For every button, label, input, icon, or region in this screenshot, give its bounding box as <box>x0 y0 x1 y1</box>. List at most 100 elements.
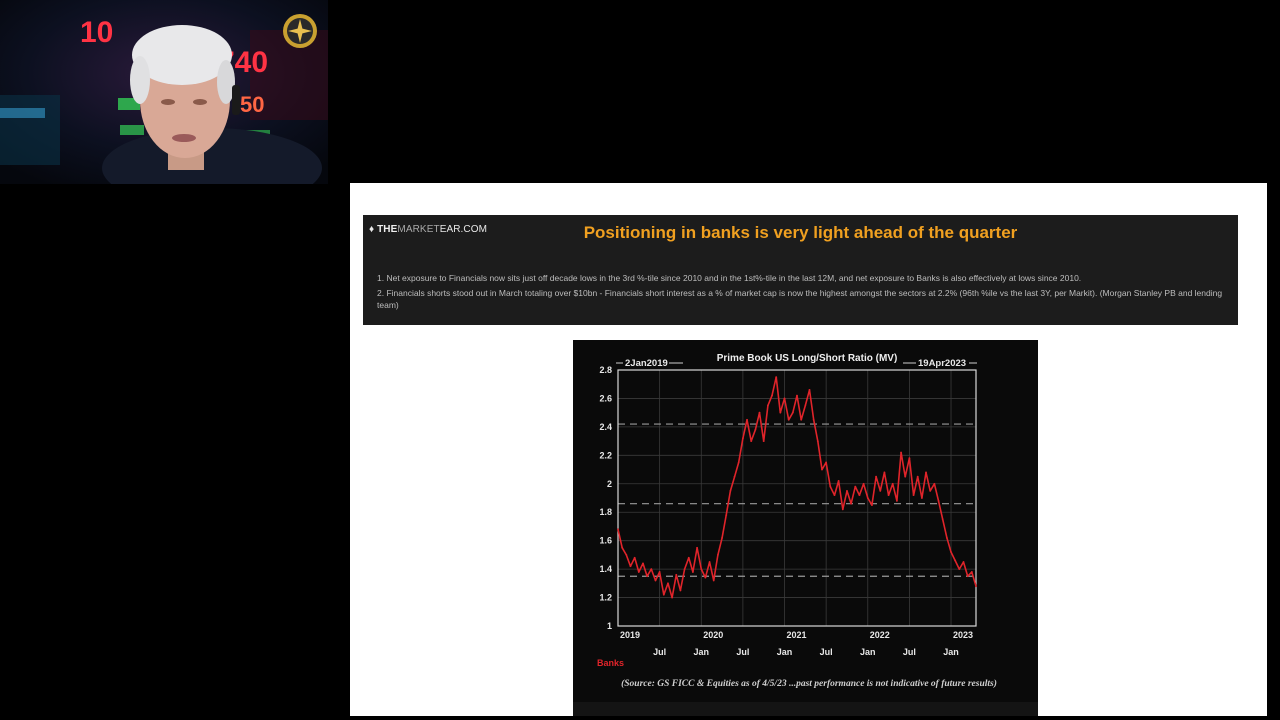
data-point <box>712 579 715 582</box>
data-point <box>850 502 853 505</box>
chart-panel: 1 1.2 1.4 1.6 1.8 2 2.2 2.4 2.6 2.8 2019 Jul 2020 Ja… <box>573 340 1038 716</box>
data-point <box>642 562 644 565</box>
data-point <box>708 561 711 563</box>
data-point <box>841 508 844 511</box>
data-point <box>800 418 803 421</box>
data-point <box>875 475 877 478</box>
data-point <box>725 514 728 516</box>
data-point <box>862 482 865 485</box>
x-tick-label: Jan <box>943 647 959 657</box>
data-point <box>779 411 782 414</box>
data-point <box>783 397 786 400</box>
data-point <box>662 593 665 596</box>
data-point <box>866 497 869 499</box>
y-tick-label: 1 <box>607 621 612 631</box>
chart-start-label: 2Jan2019 <box>625 358 668 369</box>
data-point <box>754 428 757 431</box>
y-tick-label: 1.8 <box>599 507 612 517</box>
data-point <box>904 475 907 478</box>
presentation-slide: ♦ THEMARKETEAR.COM Positioning in banks … <box>350 183 1267 716</box>
data-point <box>883 471 886 474</box>
slide-title: Positioning in banks is very light ahead… <box>583 223 1018 242</box>
data-point <box>879 489 882 492</box>
data-point <box>683 568 686 571</box>
y-tick-label: 1.6 <box>599 536 612 546</box>
data-point <box>721 536 723 539</box>
data-point <box>621 546 624 549</box>
data-point <box>933 482 936 485</box>
data-point <box>758 411 761 414</box>
x-tick-label: Jan <box>860 647 876 657</box>
data-point <box>704 576 707 579</box>
data-point <box>762 440 765 443</box>
data-point <box>771 394 773 397</box>
data-point <box>871 504 873 507</box>
data-point <box>804 404 807 407</box>
x-tick-label: 2021 <box>787 630 807 640</box>
series-line-0 <box>617 376 977 599</box>
slide-note-1: 1. Net exposure to Financials now sits j… <box>377 273 1082 283</box>
legend-series-name: Banks <box>597 658 624 668</box>
data-point <box>667 582 669 585</box>
data-point <box>700 568 703 571</box>
x-tick-label: Jan <box>777 647 793 657</box>
data-point <box>837 480 840 482</box>
data-point <box>900 451 902 454</box>
data-point <box>825 461 828 464</box>
data-point <box>854 485 857 488</box>
data-point <box>679 589 682 592</box>
x-tick-label: Jul <box>903 647 916 657</box>
x-tick-label: Jul <box>736 647 749 657</box>
chart-end-label: 19Apr2023 <box>918 358 966 369</box>
x-tick-label: 2020 <box>703 630 723 640</box>
chart-title: Prime Book US Long/Short Ratio (MV) <box>717 353 898 364</box>
data-point <box>975 585 977 588</box>
y-tick-label: 2.8 <box>599 365 612 375</box>
data-point <box>821 468 823 471</box>
data-point <box>829 485 832 488</box>
data-point <box>816 440 819 443</box>
data-point <box>966 575 969 578</box>
line-chart: 1 1.2 1.4 1.6 1.8 2 2.2 2.4 2.6 2.8 2019 Jul 2020 Ja… <box>573 353 1038 716</box>
data-point <box>625 553 628 556</box>
data-point <box>675 573 678 576</box>
data-point <box>646 575 649 578</box>
data-point <box>887 494 890 497</box>
ticker-text-3: 50 <box>240 92 264 117</box>
y-tick-label: 2.4 <box>599 422 612 432</box>
data-point <box>916 475 919 478</box>
data-point <box>687 556 690 559</box>
data-point <box>846 489 848 492</box>
data-point <box>958 568 961 571</box>
data-point <box>937 499 940 502</box>
x-tick-label: Jan <box>693 647 709 657</box>
data-point <box>791 411 794 414</box>
data-point <box>671 596 674 599</box>
data-point <box>945 536 948 539</box>
data-point <box>954 559 957 562</box>
data-point <box>858 494 861 497</box>
data-point <box>741 437 744 440</box>
data-point <box>970 571 973 573</box>
data-point <box>729 489 732 492</box>
y-tick-label: 1.2 <box>599 593 612 603</box>
data-point <box>737 461 740 464</box>
data-point <box>717 553 719 556</box>
data-point <box>658 571 661 573</box>
x-tick-label: 2023 <box>953 630 973 640</box>
x-tick-label: 2019 <box>620 630 640 640</box>
data-point <box>654 579 657 582</box>
data-point <box>637 571 640 573</box>
data-point <box>692 571 694 573</box>
data-point <box>750 440 753 443</box>
data-point <box>746 418 748 421</box>
data-point <box>950 551 952 553</box>
chart-source-note: (Source: GS FICC & Equities as of 4/5/23… <box>621 678 997 689</box>
data-point <box>920 497 923 499</box>
x-tick-label: 2022 <box>870 630 890 640</box>
ticker-text-1: 10 <box>80 16 113 49</box>
y-tick-label: 2.6 <box>599 393 612 403</box>
data-point <box>775 376 778 379</box>
y-tick-label: 2 <box>607 479 612 489</box>
data-point <box>766 404 769 407</box>
